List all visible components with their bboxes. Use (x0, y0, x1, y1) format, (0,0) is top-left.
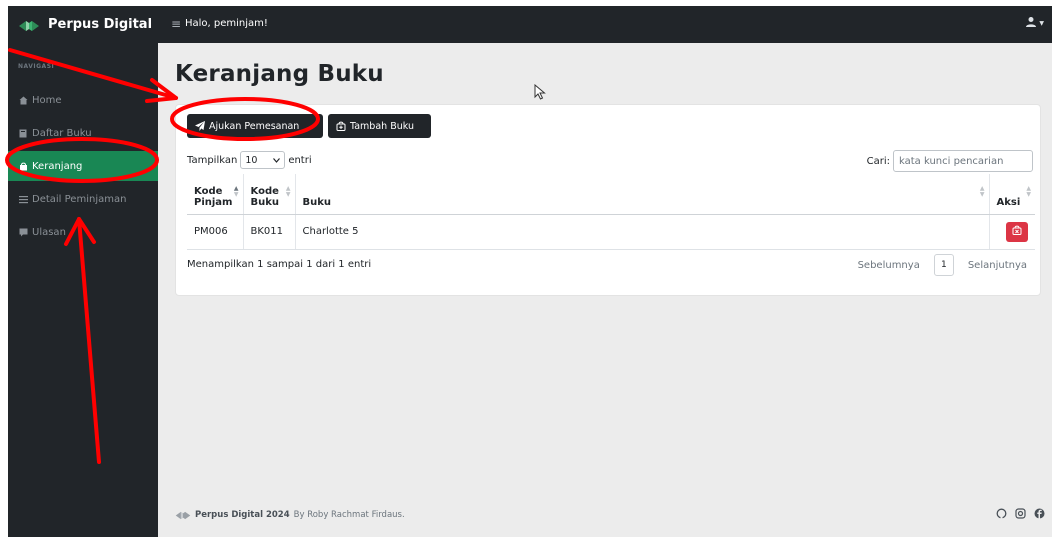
header-line: Buku (302, 196, 332, 208)
next-page-button[interactable]: Selanjutnya (968, 260, 1027, 271)
cell-kode-buku: BK011 (242, 214, 295, 250)
entries-select-value: 10 (245, 154, 258, 166)
page-1-button[interactable]: 1 (933, 254, 954, 276)
cart-icon (18, 161, 28, 171)
bag-x-icon (1012, 225, 1022, 238)
instagram-icon[interactable] (1015, 508, 1026, 519)
ajukan-pemesanan-label: Ajukan Pemesanan (209, 120, 300, 132)
footer-credit: By Roby Rachmat Firdaus. (293, 510, 405, 520)
sidebar-item-daftar-buku[interactable]: Daftar Buku (8, 118, 158, 148)
chevron-down-icon (273, 155, 281, 166)
home-icon (18, 95, 28, 105)
main-content: Keranjang Buku Ajukan Pemesanan Tambah B… (158, 43, 1052, 537)
sidebar: NAVIGASI Home Daftar Buku Keranjang Deta… (8, 43, 158, 537)
book-logo-icon (18, 18, 40, 32)
top-navbar: Perpus Digital ≡ Halo, peminjam! ▼ (8, 6, 1052, 43)
greeting-text: Halo, peminjam! (185, 18, 268, 29)
cell-aksi (988, 214, 1035, 250)
sidebar-item-label: Detail Peminjaman (32, 193, 127, 205)
header-line: Buku (250, 196, 280, 208)
facebook-icon[interactable] (1034, 508, 1045, 519)
length-suffix: entri (288, 154, 312, 166)
sidebar-item-label: Keranjang (32, 160, 83, 172)
column-header-buku[interactable]: Buku ▲ ▼ (294, 174, 989, 215)
sidebar-item-label: Daftar Buku (32, 127, 92, 139)
sort-icon: ▲ ▼ (1026, 185, 1031, 198)
list-icon (18, 194, 28, 204)
sidebar-item-detail-peminjaman[interactable]: Detail Peminjaman (8, 184, 158, 214)
search-label: Cari: (866, 155, 890, 167)
footer: Perpus Digital 2024 By Roby Rachmat Fird… (175, 505, 1045, 525)
tambah-buku-button[interactable]: Tambah Buku (328, 114, 431, 138)
column-header-aksi[interactable]: Aksi ▲ ▼ (988, 174, 1035, 215)
user-icon (1025, 16, 1037, 31)
footer-brand: Perpus Digital 2024 (195, 510, 290, 520)
sidebar-item-ulasan[interactable]: Ulasan (8, 217, 158, 247)
table-info: Menampilkan 1 sampai 1 dari 1 entri (187, 259, 372, 270)
sort-asc-icon: ▲ ▼ (233, 185, 239, 198)
entries-select[interactable]: 10 (240, 151, 286, 169)
mouse-cursor-icon (534, 84, 546, 100)
sidebar-item-label: Ulasan (32, 226, 66, 238)
table-row: PM006 BK011 Charlotte 5 (187, 214, 1035, 250)
table-header-row: Kode Pinjam ▲ ▼ Kode Buku ▲ ▼ Buku ▲ ▼ A… (187, 174, 1035, 215)
cart-table: Kode Pinjam ▲ ▼ Kode Buku ▲ ▼ Buku ▲ ▼ A… (187, 174, 1035, 250)
header-line: Kode (194, 185, 223, 197)
entries-length: Tampilkan 10 entri (187, 151, 312, 169)
github-icon[interactable] (996, 508, 1007, 519)
bag-plus-icon (336, 121, 346, 131)
comment-icon (18, 227, 28, 237)
hamburger-icon[interactable]: ≡ (171, 17, 181, 31)
sort-icon: ▲ ▼ (285, 185, 291, 198)
book-icon (18, 128, 28, 138)
app-window: Perpus Digital ≡ Halo, peminjam! ▼ NAVIG… (8, 6, 1052, 537)
user-menu-toggle[interactable]: ▼ (1025, 16, 1044, 31)
header-line: Kode (250, 185, 279, 197)
ajukan-pemesanan-button[interactable]: Ajukan Pemesanan (187, 114, 323, 138)
social-links (996, 508, 1045, 519)
cell-kode-pinjam: PM006 (187, 214, 243, 250)
paper-plane-icon (195, 121, 205, 131)
brand-link[interactable]: Perpus Digital (8, 6, 158, 43)
column-header-kode-buku[interactable]: Kode Buku ▲ ▼ (242, 174, 295, 215)
search-box: Cari: (867, 150, 1033, 172)
column-header-kode-pinjam[interactable]: Kode Pinjam ▲ ▼ (187, 174, 243, 215)
sidebar-item-label: Home (32, 94, 62, 106)
brand-name: Perpus Digital (48, 17, 153, 32)
pagination: Sebelumnya 1 Selanjutnya (852, 254, 1033, 276)
sort-icon: ▲ ▼ (979, 185, 985, 198)
previous-page-button[interactable]: Sebelumnya (858, 260, 920, 271)
header-line: Aksi (996, 196, 1021, 208)
header-line: Pinjam (194, 196, 233, 208)
cell-buku: Charlotte 5 (294, 214, 989, 250)
search-input[interactable] (893, 150, 1033, 172)
length-prefix: Tampilkan (187, 154, 238, 166)
book-logo-icon (175, 510, 191, 521)
sidebar-item-home[interactable]: Home (8, 85, 158, 115)
remove-item-button[interactable] (1006, 221, 1028, 242)
cart-card: Ajukan Pemesanan Tambah Buku Tampilkan 1… (175, 104, 1041, 296)
page-title: Keranjang Buku (175, 61, 384, 87)
caret-down-icon: ▼ (1039, 20, 1044, 27)
tambah-buku-label: Tambah Buku (350, 120, 414, 132)
sidebar-item-keranjang[interactable]: Keranjang (8, 151, 158, 181)
nav-heading: NAVIGASI (18, 63, 55, 70)
